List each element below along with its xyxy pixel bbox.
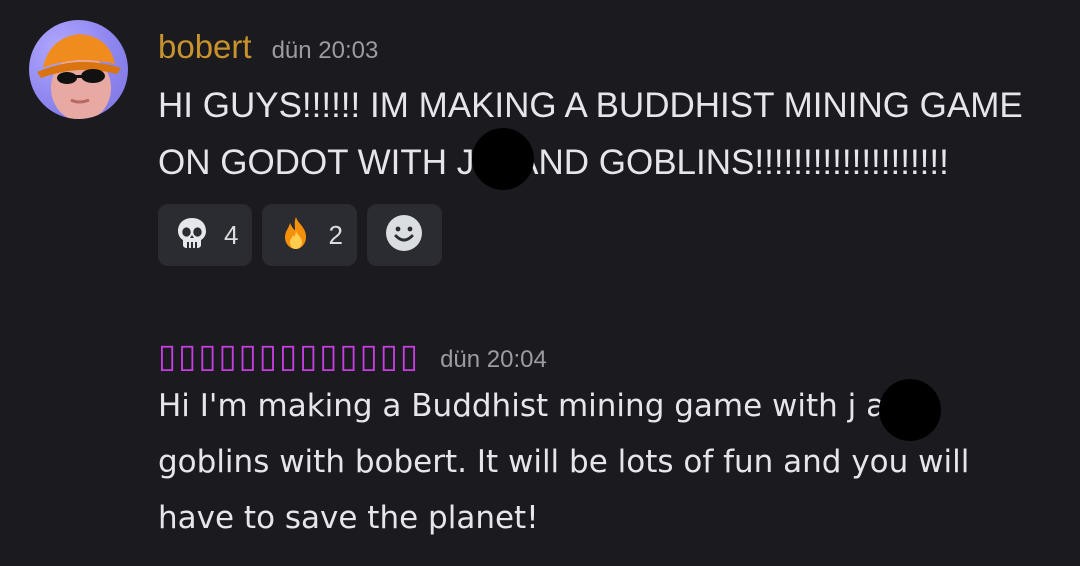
smiley-icon: [384, 213, 424, 257]
reaction-skull[interactable]: 4: [158, 204, 253, 266]
message: bobert dün 20:03 HI GUYS!!!!!! IM MAKING…: [0, 0, 1080, 300]
fire-icon: [278, 215, 314, 255]
reaction-count: 4: [224, 219, 239, 250]
timestamp: dün 20:03: [271, 37, 379, 64]
avatar-image: [37, 34, 121, 119]
avatar[interactable]: [29, 20, 128, 119]
add-reaction-button[interactable]: [366, 204, 442, 266]
username[interactable]: ▯▯▯▯▯▯▯▯▯▯▯▯▯: [158, 336, 420, 376]
skull-icon: [174, 215, 210, 255]
redaction-blot: [879, 379, 941, 441]
message-content: HI GUYS!!!!!! IM MAKING A BUDDHIST MININ…: [158, 86, 1023, 182]
reaction-fire[interactable]: 2: [262, 204, 357, 266]
message-header: bobert dün 20:03: [158, 27, 378, 67]
message-header: ▯▯▯▯▯▯▯▯▯▯▯▯▯ dün 20:04: [158, 336, 547, 376]
reactions-bar: 4 2: [158, 204, 442, 266]
username[interactable]: bobert: [158, 27, 252, 67]
reaction-count: 2: [328, 219, 343, 250]
redaction-blot: [472, 128, 534, 190]
timestamp: dün 20:04: [440, 346, 547, 373]
